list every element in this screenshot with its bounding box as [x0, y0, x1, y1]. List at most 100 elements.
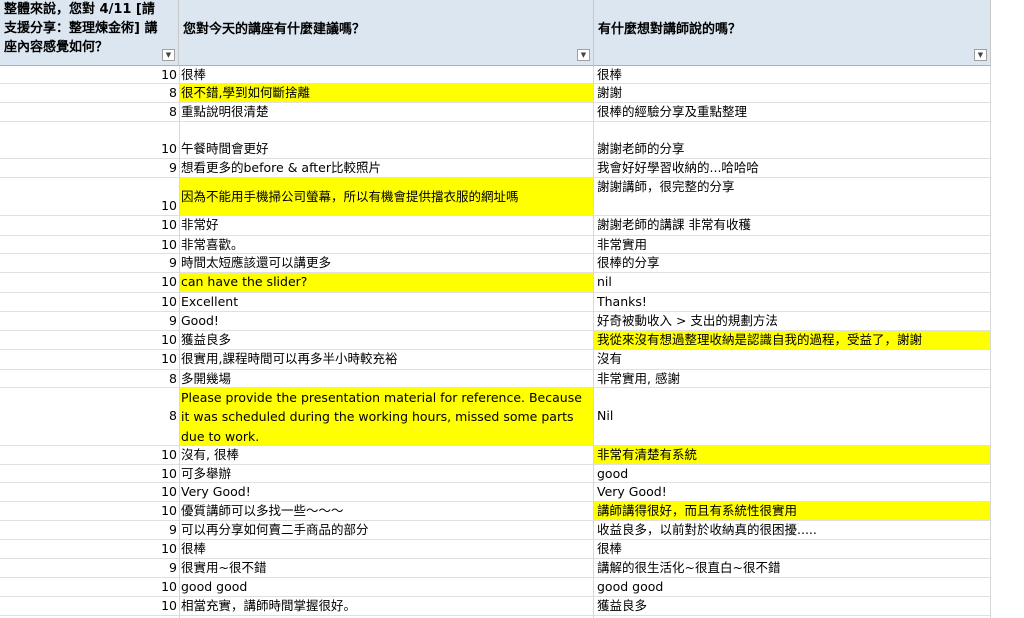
table-row: 9 想看更多的before & after比較照片 我會好好學習收納的...哈哈哈 [0, 159, 991, 178]
score-cell-text: 10 [161, 503, 177, 518]
message-cell-text: 沒有 [597, 351, 623, 366]
score-cell[interactable]: 10 [0, 66, 179, 83]
column-header-suggestion[interactable]: 您對今天的講座有什麼建議嗎？ ▼ [179, 0, 594, 66]
message-cell[interactable]: Nil [594, 388, 991, 445]
suggestion-cell[interactable]: Very Good! [179, 483, 593, 501]
message-cell[interactable]: 非常實用 [594, 236, 991, 253]
suggestion-cell[interactable]: 很實用,課程時間可以再多半小時較充裕 [179, 350, 593, 369]
suggestion-cell[interactable]: 相當充實，講師時間掌握很好。 [179, 597, 593, 615]
message-cell[interactable]: good [594, 465, 991, 482]
suggestion-cell[interactable]: 多開幾場 [179, 370, 593, 387]
score-cell[interactable]: 8 [0, 370, 179, 387]
score-cell[interactable]: 10 [0, 236, 179, 253]
score-cell[interactable]: 9 [0, 159, 179, 177]
message-cell[interactable]: good good [594, 578, 991, 596]
message-cell[interactable]: 講師講得很好，而且有系統性很實用 [594, 502, 991, 520]
message-cell[interactable]: 謝謝老師的講課 非常有收穫 [594, 216, 991, 235]
suggestion-cell[interactable]: 優質講師可以多找一些～～～ [179, 502, 593, 520]
message-cell[interactable]: 非常實用, 感謝 [594, 370, 991, 387]
message-cell[interactable]: 謝謝講師，很完整的分享 [594, 178, 991, 215]
message-cell[interactable]: 沒有 [594, 350, 991, 369]
suggestion-cell[interactable]: can have the slider? [179, 273, 593, 292]
suggestion-cell[interactable]: 很實用~很不錯 [179, 559, 593, 577]
score-cell[interactable]: 10 [0, 483, 179, 501]
message-cell-text: 收益良多，以前對於收納真的很困擾..... [597, 522, 817, 537]
suggestion-cell[interactable]: 想看更多的before & after比較照片 [179, 159, 593, 177]
score-cell[interactable]: 10 [0, 273, 179, 292]
suggestion-cell[interactable]: 獲益良多 [179, 331, 593, 349]
score-cell-text: 10 [161, 198, 177, 213]
suggestion-cell[interactable]: 因為不能用手機掃公司螢幕，所以有機會提供擋衣服的網址嗎 [179, 178, 593, 215]
score-cell[interactable]: 9 [0, 254, 179, 272]
suggestion-cell[interactable]: 沒有, 很棒 [179, 446, 593, 464]
score-cell-text: 10 [161, 579, 177, 594]
score-cell[interactable]: 10 [0, 331, 179, 349]
score-cell[interactable]: 10 [0, 597, 179, 615]
suggestion-cell[interactable]: 非常好 [179, 216, 593, 235]
score-cell[interactable]: 10 [0, 540, 179, 558]
suggestion-cell[interactable]: 很棒 [179, 66, 593, 83]
message-cell[interactable]: 很棒的分享 [594, 254, 991, 272]
score-cell[interactable]: 9 [0, 521, 179, 539]
message-cell-text: 很棒 [597, 67, 623, 82]
suggestion-cell[interactable]: 重點說明很清楚 [179, 103, 593, 121]
score-cell[interactable]: 9 [0, 559, 179, 577]
message-cell[interactable]: 我會好好學習收納的...哈哈哈 [594, 159, 991, 177]
message-cell-text: 好奇被動收入 > 支出的規劃方法 [597, 313, 778, 328]
message-cell[interactable]: 很棒 [594, 540, 991, 558]
score-cell[interactable]: 10 [0, 293, 179, 311]
score-cell[interactable]: 8 [0, 388, 179, 445]
score-cell[interactable]: 10 [0, 578, 179, 596]
score-cell[interactable]: 10 [0, 122, 179, 158]
message-cell-text: 講解的很生活化~很直白~很不錯 [597, 560, 781, 575]
message-cell[interactable]: 很棒 [594, 66, 991, 83]
suggestion-cell[interactable]: good good [179, 578, 593, 596]
message-cell[interactable]: Very Good! [594, 483, 991, 501]
score-cell-text: 8 [169, 371, 177, 386]
suggestion-cell-text: 獲益良多 [181, 332, 232, 347]
suggestion-cell-text: Please provide the presentation material… [181, 390, 582, 444]
suggestion-cell[interactable]: 時間太短應該還可以講更多 [179, 254, 593, 272]
spreadsheet: 整體來說，您對 4/11 [請支援分享：整理煉金術] 講座內容感覺如何？ ▼ 您… [0, 0, 1024, 618]
filter-dropdown-icon[interactable]: ▼ [974, 49, 987, 61]
message-cell[interactable]: 講解的很生活化~很直白~很不錯 [594, 559, 991, 577]
score-cell[interactable]: 10 [0, 465, 179, 482]
message-cell[interactable]: 收益良多，以前對於收納真的很困擾..... [594, 521, 991, 539]
suggestion-cell[interactable]: 午餐時間會更好 [179, 122, 593, 158]
column-header-message[interactable]: 有什麼想對講師說的嗎？ ▼ [594, 0, 991, 66]
suggestion-cell-text: 相當充實，講師時間掌握很好。 [181, 598, 357, 613]
suggestion-cell[interactable]: Please provide the presentation material… [179, 388, 593, 445]
message-cell[interactable]: 非常有清楚有系統 [594, 446, 991, 464]
message-cell[interactable]: 謝謝老師的分享 [594, 122, 991, 158]
message-cell[interactable]: Thanks! [594, 293, 991, 311]
score-cell[interactable]: 10 [0, 446, 179, 464]
filter-dropdown-icon[interactable]: ▼ [162, 49, 175, 61]
message-cell[interactable]: 好奇被動收入 > 支出的規劃方法 [594, 312, 991, 330]
filter-dropdown-icon[interactable]: ▼ [577, 49, 590, 61]
score-cell[interactable]: 10 [0, 502, 179, 520]
suggestion-cell[interactable]: 很棒 [179, 540, 593, 558]
score-cell[interactable]: 8 [0, 84, 179, 102]
suggestion-cell[interactable]: Good! [179, 312, 593, 330]
score-cell[interactable]: 10 [0, 178, 179, 215]
column-divider [990, 66, 991, 618]
message-cell[interactable]: nil [594, 273, 991, 292]
score-cell[interactable]: 8 [0, 103, 179, 121]
suggestion-cell-text: 可以再分享如何賣二手商品的部分 [181, 522, 369, 537]
suggestion-cell[interactable]: 很不錯,學到如何斷捨離 [179, 84, 593, 102]
message-cell[interactable]: 獲益良多 [594, 597, 991, 615]
message-cell[interactable]: 很棒的經驗分享及重點整理 [594, 103, 991, 121]
message-cell[interactable]: 我從來沒有想過整理收納是認識自我的過程，受益了，謝謝 [594, 331, 991, 349]
column-header-suggestion-label: 您對今天的講座有什麼建議嗎？ [183, 22, 366, 37]
score-cell[interactable]: 10 [0, 350, 179, 369]
message-cell[interactable]: 謝謝 [594, 84, 991, 102]
score-cell[interactable]: 9 [0, 312, 179, 330]
column-header-score[interactable]: 整體來說，您對 4/11 [請支援分享：整理煉金術] 講座內容感覺如何？ ▼ [0, 0, 179, 66]
score-cell-text: 10 [161, 294, 177, 309]
suggestion-cell[interactable]: 可多舉辦 [179, 465, 593, 482]
suggestion-cell[interactable]: 可以再分享如何賣二手商品的部分 [179, 521, 593, 539]
score-cell[interactable]: 10 [0, 216, 179, 235]
suggestion-cell[interactable]: Excellent [179, 293, 593, 311]
score-cell-text: 10 [161, 351, 177, 366]
suggestion-cell[interactable]: 非常喜歡。 [179, 236, 593, 253]
